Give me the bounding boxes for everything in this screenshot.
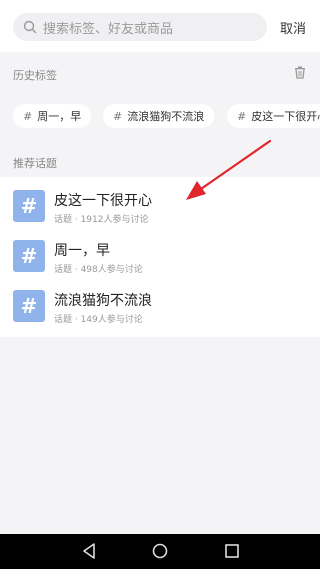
hash-icon: # (113, 109, 123, 123)
topic-item[interactable]: # 周一，早 话题 · 498人参与讨论 (0, 231, 320, 281)
history-tag-label: 流浪猫狗不流浪 (127, 110, 205, 123)
hashtag-icon: # (13, 240, 45, 272)
history-title: 历史标签 (13, 69, 57, 82)
history-section-header: 历史标签 (0, 52, 320, 94)
recommended-title: 推荐话题 (13, 157, 57, 170)
topic-title: 皮这一下很开心 (54, 193, 152, 209)
topic-item[interactable]: # 皮这一下很开心 话题 · 1912人参与讨论 (0, 181, 320, 231)
history-tag[interactable]: # 皮这一下很开心 (227, 104, 320, 128)
hash-icon: # (23, 109, 33, 123)
topic-meta: 话题 · 498人参与讨论 (54, 265, 143, 275)
hash-icon: # (237, 109, 247, 123)
cancel-button[interactable]: 取消 (280, 18, 306, 37)
history-tag[interactable]: # 流浪猫狗不流浪 (103, 104, 215, 128)
topic-meta: 话题 · 149人参与讨论 (54, 315, 143, 325)
back-icon[interactable] (81, 542, 97, 560)
search-input[interactable]: 搜索标签、好友或商品 (13, 13, 267, 41)
home-icon[interactable] (151, 542, 169, 560)
search-header: 搜索标签、好友或商品 取消 (0, 0, 320, 52)
trash-icon[interactable] (294, 66, 306, 79)
hashtag-icon: # (13, 290, 45, 322)
hashtag-icon: # (13, 190, 45, 222)
topic-item[interactable]: # 流浪猫狗不流浪 话题 · 149人参与讨论 (0, 281, 320, 331)
history-tag-label: 皮这一下很开心 (251, 110, 320, 123)
topic-meta: 话题 · 1912人参与讨论 (54, 215, 149, 225)
topic-title: 周一，早 (54, 243, 110, 259)
recents-icon[interactable] (224, 542, 240, 560)
topic-title: 流浪猫狗不流浪 (54, 293, 152, 309)
system-nav-bar (0, 534, 320, 569)
search-icon (23, 20, 37, 34)
topic-list: # 皮这一下很开心 话题 · 1912人参与讨论 # 周一，早 话题 · 498… (0, 177, 320, 337)
history-tag[interactable]: # 周一，早 (13, 104, 92, 128)
history-tag-label: 周一，早 (37, 110, 82, 123)
search-placeholder: 搜索标签、好友或商品 (43, 21, 174, 37)
history-tags-row: # 周一，早 # 流浪猫狗不流浪 # 皮这一下很开心 (0, 94, 320, 140)
